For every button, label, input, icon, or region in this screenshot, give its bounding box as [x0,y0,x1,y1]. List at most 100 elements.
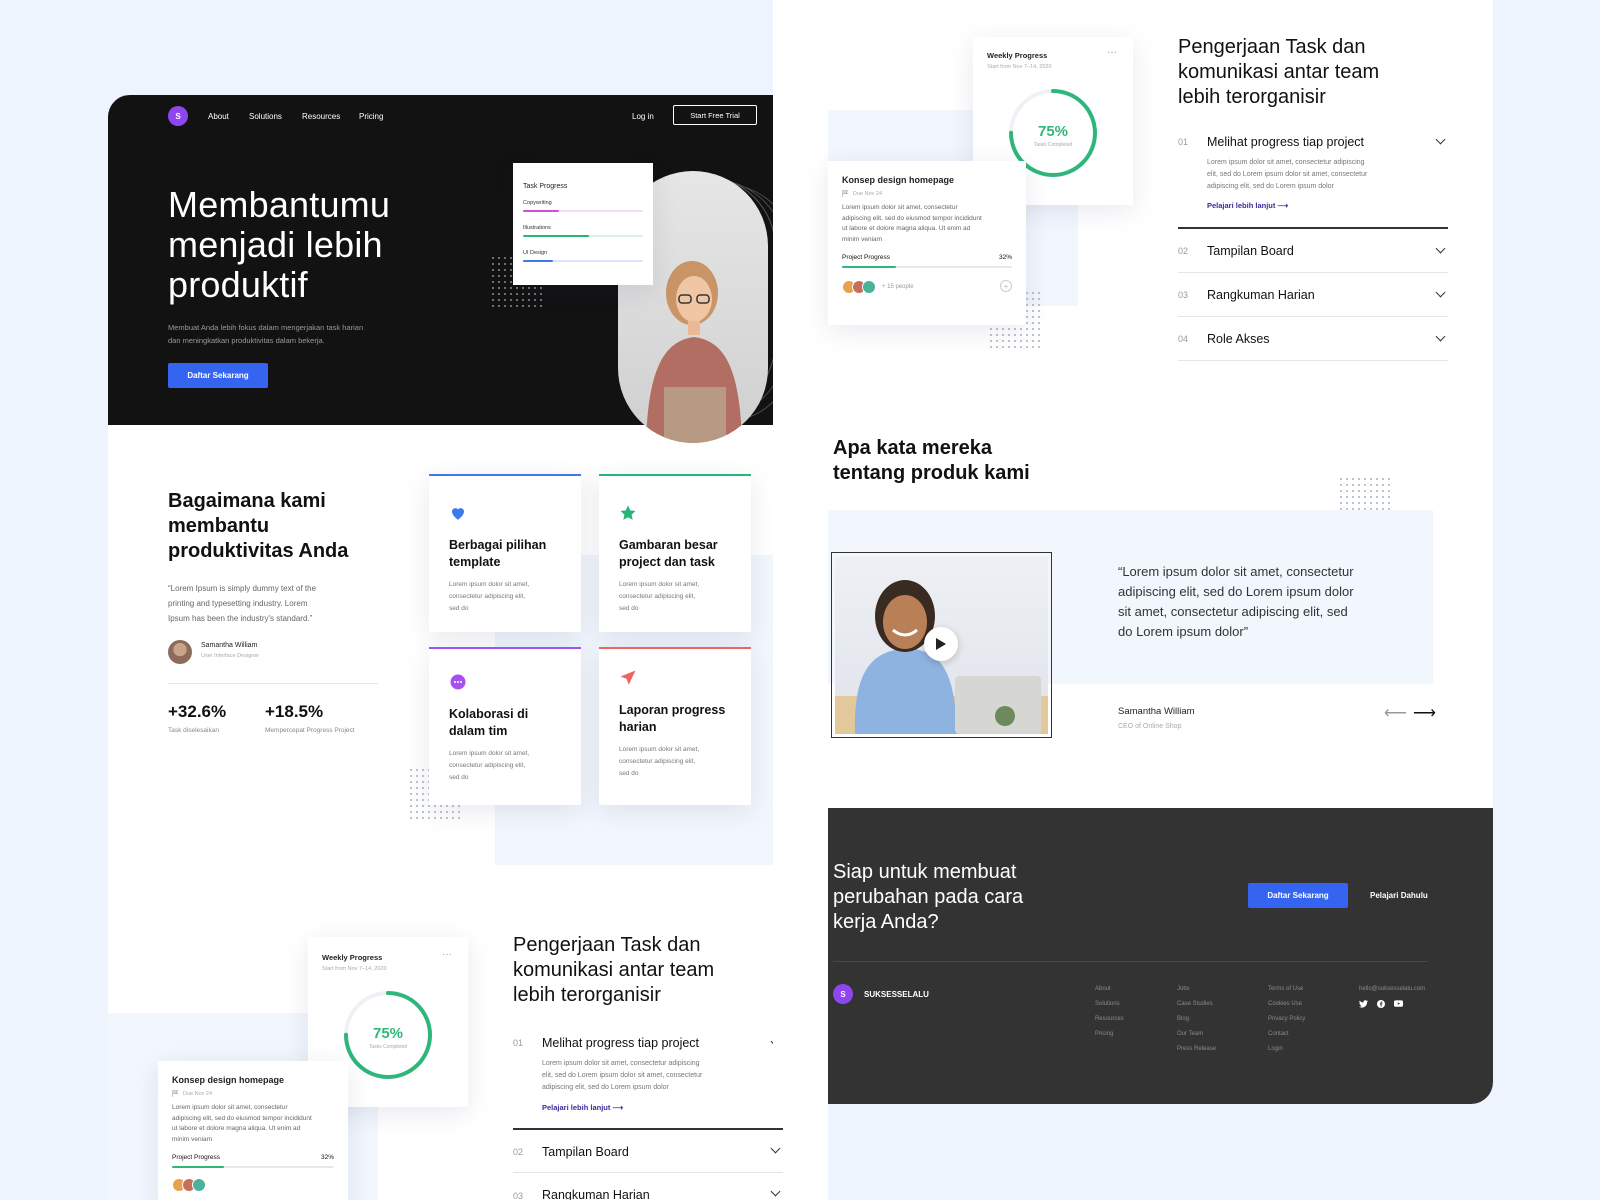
footer-link[interactable]: Contact [1268,1031,1305,1046]
task-card[interactable]: Konsep design homepage Due Nov 24 Lorem … [158,1061,348,1200]
accordion-number: 03 [513,1191,524,1200]
testimonial-quote: “Lorem ipsum dolor sit amet, consectetur… [1118,564,1354,639]
youtube-icon[interactable] [1394,1000,1403,1007]
accordion-title[interactable]: Rangkuman Harian [542,1188,650,1200]
arrow-left-icon[interactable]: ⟵ [1384,703,1407,723]
task-progress-label: Illustrations [523,225,551,231]
footer-link[interactable]: Our Team [1177,1031,1216,1046]
footer-link[interactable]: Resources [1095,1016,1124,1031]
nav-solutions[interactable]: Solutions [249,112,282,121]
accordion-title[interactable]: Melihat progress tiap project [1207,135,1364,149]
avatar [192,1178,206,1192]
feature-title: Gambaran besar project dan task [619,538,718,569]
task-progress-track [523,235,643,237]
feature-card[interactable]: Kolaborasi di dalam tim Lorem ipsum dolor… [429,647,581,805]
footer-link[interactable]: Pricing [1095,1031,1124,1046]
how-quote-line: “Lorem Ipsum is simply dummy text of the [168,584,317,593]
accordion-title[interactable]: Tampilan Board [1207,244,1294,258]
task-progress-label: UI Design [523,250,548,256]
login-link[interactable]: Log in [632,112,654,121]
chevron-down-icon[interactable] [770,1143,781,1154]
send-icon [620,670,636,685]
arrow-right-icon[interactable]: ⟶ [1413,703,1436,723]
chevron-down-icon[interactable] [1435,287,1446,298]
add-member-button[interactable]: + [1000,280,1012,292]
nav-resources[interactable]: Resources [302,112,340,121]
more-icon[interactable]: ··· [1107,47,1117,58]
feature-body: Lorem ipsum dolor sit amet, consectetur a… [619,746,700,777]
footer-link[interactable]: Jobs [1177,986,1216,1001]
accordion-title[interactable]: Role Akses [1207,332,1270,346]
star-icon [620,505,636,520]
task-body: Lorem ipsum dolor sit amet, consectetur a… [842,204,982,243]
footer-link[interactable]: Privacy Policy [1268,1016,1305,1031]
twitter-icon[interactable] [1359,1000,1368,1008]
footer-link[interactable]: Press Release [1177,1046,1216,1061]
task-title: Konsep design homepage [172,1075,285,1085]
weekly-sub: Start from Nov 7–14, 2020 [987,64,1052,70]
accordion-title[interactable]: Tampilan Board [542,1145,629,1159]
task-body: Lorem ipsum dolor sit amet, consectetur a… [172,1104,312,1143]
team-avatars: + 15 people + [842,278,1012,298]
chevron-down-icon[interactable] [770,1186,781,1197]
more-icon[interactable]: ··· [442,949,452,960]
cta-learn-button[interactable]: Pelajari Dahulu [1370,891,1428,900]
play-button[interactable] [924,627,958,661]
learn-more-link[interactable]: Pelajari lebih lanjut ⟶ [542,1103,623,1112]
accordion-number: 02 [1178,246,1189,256]
footer-link[interactable]: Solutions [1095,1001,1124,1016]
footer-col-legal: Terms of Use Cookies Use Privacy Policy … [1268,986,1305,1061]
facebook-icon[interactable] [1377,1000,1385,1008]
footer-logo[interactable]: S [833,984,853,1004]
project-progress-fill [842,266,897,268]
footer-link[interactable]: Blog [1177,1016,1216,1031]
footer-link[interactable]: Case Studies [1177,1001,1216,1016]
start-trial-button[interactable]: Start Free Trial [673,105,757,125]
how-title-line: produktivitas Anda [168,540,349,562]
feature-accent-line [429,474,581,476]
project-progress-row: Project Progress 32% [172,1154,334,1161]
project-progress-pct: 32% [998,254,1012,261]
accordion-body: Lorem ipsum dolor sit amet, consectetur … [542,1060,703,1091]
footer-link[interactable]: About [1095,986,1124,1001]
footer-link[interactable]: Cookies Use [1268,1001,1305,1016]
feature-card[interactable]: Gambaran besar project dan task Lorem ips… [599,474,751,632]
task-progress-item: UI Design [523,250,643,262]
testimonial-role: CEO of Online Shop [1118,723,1182,730]
task-due-text: Due Nov 24 [853,190,883,197]
nav-about[interactable]: About [208,112,229,121]
hero-title-line: menjadi lebih [168,224,383,265]
accordion-title[interactable]: Rangkuman Harian [1207,288,1315,302]
feature-title: Laporan progress harian [619,703,726,734]
cta-register-button[interactable]: Daftar Sekarang [1248,883,1348,908]
accordion-number: 02 [513,1147,524,1157]
chevron-down-icon[interactable] [1435,243,1446,254]
how-title-line: Bagaimana kami [168,490,326,512]
chevron-down-icon[interactable] [1435,331,1446,342]
footer-link[interactable]: Terms of Use [1268,986,1305,1001]
task-card[interactable]: Konsep design homepage Due Nov 24 Lorem … [828,161,1026,325]
weekly-title: Weekly Progress [322,953,383,962]
stat-value: +32.6% [168,702,227,721]
accordion-number: 04 [1178,334,1189,344]
how-quote: “Lorem Ipsum is simply dummy text of the… [168,581,316,626]
footer-link[interactable]: Login [1268,1046,1305,1061]
cta-footer-section: Siap untuk membuat perubahan pada cara ker… [828,808,1493,1104]
weekly-title: Weekly Progress [987,51,1048,60]
chevron-up-icon[interactable] [1435,134,1446,145]
feature-accent-line [429,647,581,649]
register-button[interactable]: Daftar Sekarang [168,363,268,388]
weekly-sub: Start from Nov 7–14, 2020 [322,966,387,972]
task-progress-card: Task Progress Copywriting Illustrations UI… [513,163,653,285]
logo-badge[interactable]: S [168,106,188,126]
learn-more-link[interactable]: Pelajari lebih lanjut ⟶ [1207,201,1288,210]
feature-body: Lorem ipsum dolor sit amet, consectetur a… [619,581,700,612]
task-progress-fill [523,210,559,212]
feature-body: Lorem ipsum dolor sit amet, consectetur a… [449,750,530,781]
feature-card[interactable]: Berbagai pilihan template Lorem ipsum dol… [429,474,581,632]
nav-pricing[interactable]: Pricing [359,112,383,121]
accordion-title[interactable]: Melihat progress tiap project [542,1036,699,1050]
weekly-percent: 75% [1037,123,1069,140]
footer-email[interactable]: hello@suksesselalu.com [1359,986,1425,992]
feature-card[interactable]: Laporan progress harian Lorem ipsum dolor… [599,647,751,805]
